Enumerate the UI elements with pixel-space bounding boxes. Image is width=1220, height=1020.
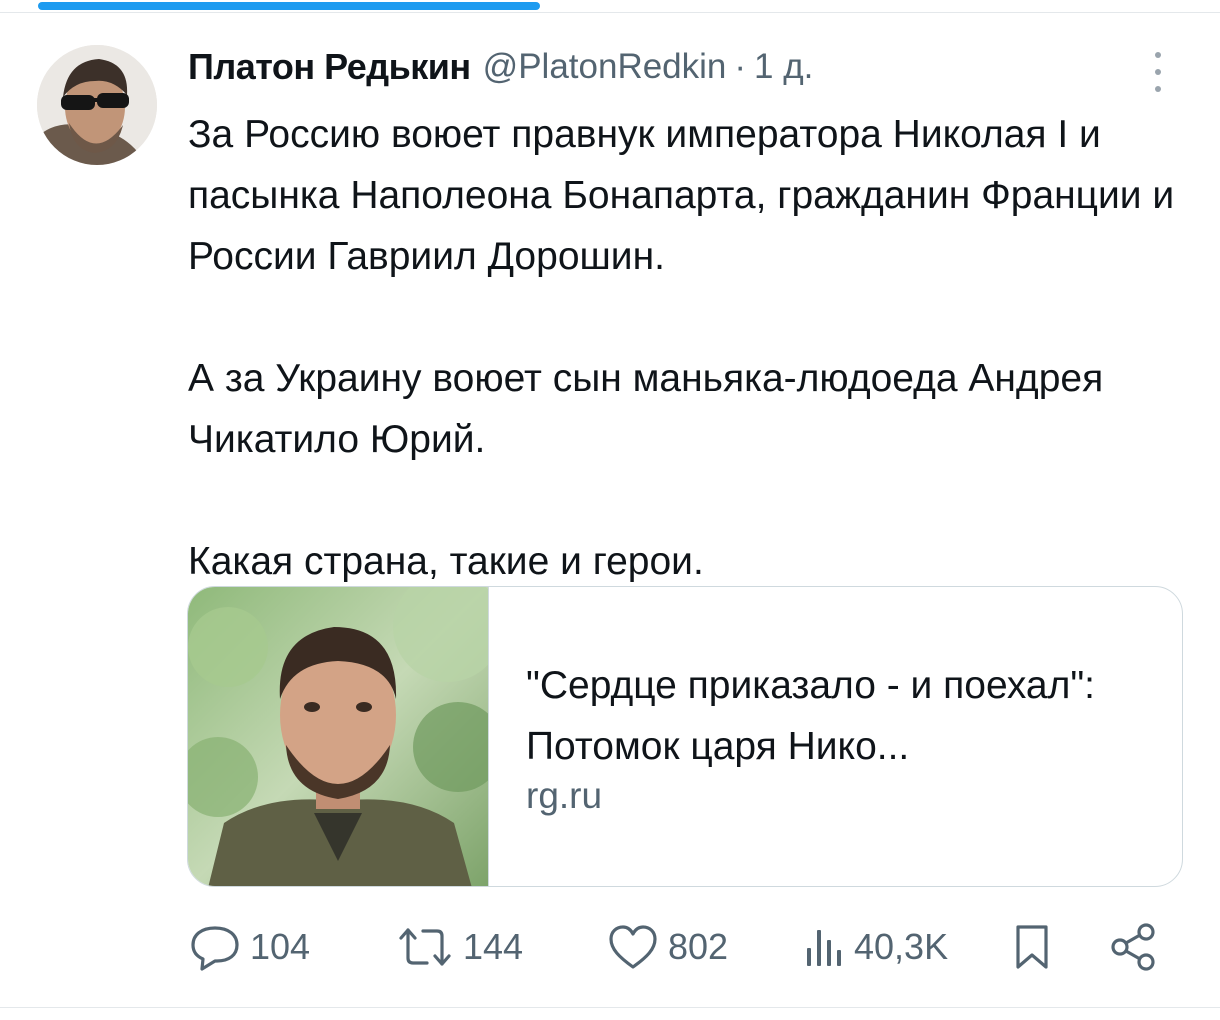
link-preview-card[interactable]: "Сердце приказало - и поехал": Потомок ц…	[187, 586, 1183, 887]
bottom-divider	[0, 1007, 1220, 1008]
header-separator: ·	[734, 47, 747, 86]
views-button[interactable]: 40,3K	[802, 912, 948, 982]
bookmark-icon	[1012, 921, 1052, 973]
link-preview-image[interactable]	[188, 587, 503, 886]
tweet-paragraph: За Россию воюет правнук императора Никол…	[188, 113, 1175, 278]
top-divider	[0, 12, 1220, 13]
retweet-icon	[395, 922, 455, 972]
tweet-paragraph: Какая страна, такие и герои.	[188, 540, 704, 583]
link-preview-title[interactable]: "Сердце приказало - и поехал": Потомок ц…	[526, 655, 1156, 777]
like-icon	[606, 922, 660, 972]
tweet-action-bar: 104 144 802 40,3K	[188, 912, 1168, 982]
views-icon	[802, 922, 846, 972]
more-icon[interactable]	[1146, 52, 1170, 92]
link-preview-domain: rg.ru	[526, 775, 603, 816]
share-button[interactable]	[1108, 912, 1160, 982]
views-count: 40,3K	[854, 926, 949, 967]
retweet-button[interactable]: 144	[395, 912, 523, 982]
tweet-text: За Россию воюет правнук императора Никол…	[188, 104, 1188, 592]
top-progress-bar	[38, 2, 540, 10]
tweet-header: Платон Редькин @PlatonRedkin · 1 д.	[188, 42, 813, 92]
like-button[interactable]: 802	[606, 912, 728, 982]
author-display-name[interactable]: Платон Редькин	[188, 46, 471, 88]
retweet-count: 144	[463, 926, 524, 967]
like-count: 802	[668, 926, 729, 967]
bookmark-button[interactable]	[1012, 912, 1052, 982]
author-handle[interactable]: @PlatonRedkin	[483, 47, 727, 87]
tweet-timestamp[interactable]: 1 д.	[754, 47, 813, 87]
reply-count: 104	[250, 926, 311, 967]
tweet-paragraph: А за Украину воюет сын маньяка-людоеда А…	[188, 357, 1104, 461]
avatar[interactable]	[37, 45, 157, 165]
reply-button[interactable]: 104	[188, 912, 310, 982]
reply-icon	[188, 922, 242, 972]
share-icon	[1108, 921, 1160, 973]
